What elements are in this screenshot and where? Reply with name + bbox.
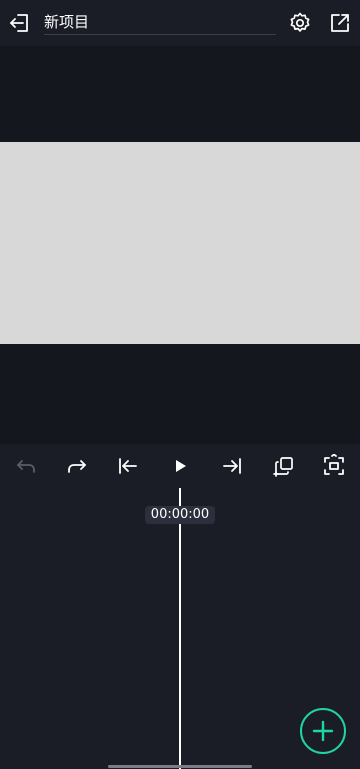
crop-icon[interactable]	[272, 454, 296, 478]
play-icon[interactable]	[168, 454, 192, 478]
add-media-button[interactable]	[300, 708, 346, 754]
timecode: 00:00:00	[145, 506, 215, 524]
fullscreen-icon[interactable]	[322, 453, 346, 478]
playback-controls	[0, 444, 360, 488]
video-canvas[interactable]	[0, 142, 360, 344]
top-bar: 新项目	[0, 0, 360, 46]
export-icon[interactable]	[328, 11, 352, 35]
skip-end-icon[interactable]	[220, 454, 244, 478]
plus-icon	[312, 720, 334, 742]
playhead[interactable]	[179, 488, 181, 769]
back-arrow-icon[interactable]	[8, 11, 32, 35]
home-indicator	[108, 765, 252, 768]
skip-start-icon[interactable]	[116, 454, 140, 478]
gear-icon[interactable]	[288, 11, 312, 35]
title-underline	[44, 34, 276, 35]
undo-icon[interactable]	[14, 454, 38, 478]
project-title[interactable]: 新项目	[44, 12, 89, 32]
redo-icon[interactable]	[65, 454, 89, 478]
video-preview-area	[0, 46, 360, 444]
